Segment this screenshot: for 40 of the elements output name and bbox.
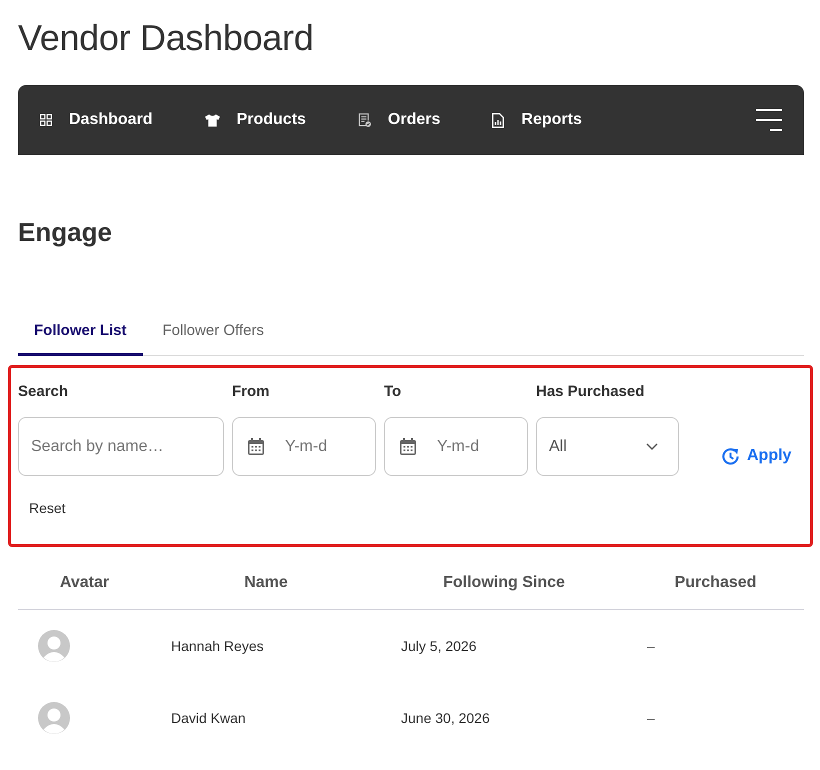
nav-link[interactable]: Products <box>204 111 306 129</box>
nav-link[interactable]: Orders <box>358 111 440 129</box>
avatar-icon <box>38 702 70 734</box>
refresh-clock-icon <box>721 446 740 466</box>
dropdown[interactable]: All <box>536 417 679 476</box>
document-check-icon <box>358 113 371 127</box>
nav-link[interactable]: Dashboard <box>40 111 153 129</box>
column-header: Avatar <box>58 573 110 593</box>
table-cell: June 30, 2026 <box>401 709 490 727</box>
grid-icon <box>40 114 52 126</box>
menu-icon <box>756 109 782 131</box>
table-cell: – <box>647 709 655 727</box>
calendar-icon <box>400 438 416 455</box>
date-field[interactable]: Y-m-d <box>232 417 376 476</box>
avatar-icon <box>38 630 70 662</box>
field-label: From <box>232 382 270 402</box>
apply-button[interactable]: Apply <box>721 446 792 466</box>
calendar-icon <box>248 438 264 455</box>
menu-button[interactable] <box>756 109 782 131</box>
t-shirt-icon <box>204 114 220 126</box>
table-cell: – <box>647 637 655 655</box>
date-field[interactable]: Y-m-d <box>384 417 528 476</box>
column-header: Following Since <box>442 573 566 593</box>
table-cell: David Kwan <box>171 709 246 727</box>
tab[interactable]: Follower List <box>18 309 143 356</box>
nav-link[interactable]: Reports <box>492 111 582 129</box>
table-cell: July 5, 2026 <box>401 637 476 655</box>
report-document-icon <box>492 112 504 128</box>
table-cell: Hannah Reyes <box>171 637 264 655</box>
reset-button[interactable]: Reset <box>18 493 77 523</box>
search-field[interactable]: Search by name… <box>18 417 224 476</box>
column-header: Purchased <box>674 573 758 593</box>
page-title: Vendor Dashboard <box>18 16 314 60</box>
section-title: Engage <box>18 216 113 248</box>
chevron-down-icon <box>646 443 658 450</box>
field-label: To <box>384 382 402 402</box>
tab[interactable]: Follower Offers <box>146 309 280 356</box>
column-header: Name <box>243 573 289 593</box>
field-label: Has Purchased <box>536 382 646 402</box>
field-label: Search <box>18 382 70 402</box>
